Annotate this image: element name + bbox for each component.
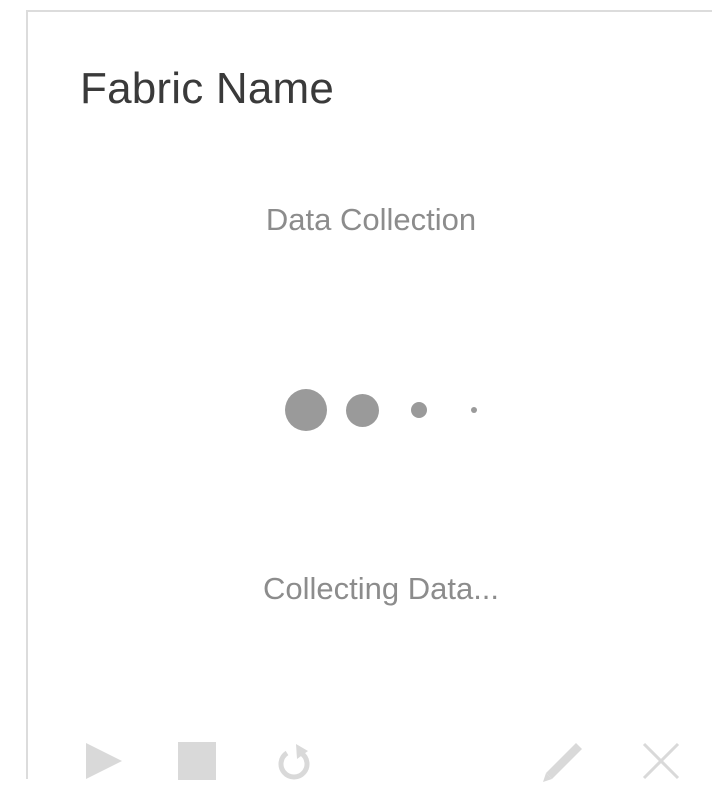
close-icon bbox=[641, 741, 681, 781]
loading-dot bbox=[411, 402, 427, 418]
play-icon bbox=[84, 741, 124, 781]
pencil-icon bbox=[540, 739, 584, 783]
loading-dot bbox=[285, 389, 327, 431]
refresh-button[interactable] bbox=[272, 739, 316, 783]
start-button[interactable] bbox=[82, 739, 126, 783]
status-text: Collecting Data... bbox=[262, 571, 500, 606]
fabric-card: Fabric Name Data Collection Collecting D… bbox=[26, 10, 712, 782]
card-toolbar bbox=[28, 732, 712, 792]
card-title: Fabric Name bbox=[80, 64, 335, 113]
loading-indicator bbox=[28, 12, 712, 781]
delete-button[interactable] bbox=[639, 739, 683, 783]
loading-dot bbox=[471, 407, 477, 413]
edit-button[interactable] bbox=[540, 739, 584, 783]
stop-button[interactable] bbox=[175, 739, 219, 783]
loading-dot bbox=[346, 394, 379, 427]
stop-icon bbox=[178, 742, 216, 780]
card-subtitle: Data Collection bbox=[265, 202, 477, 237]
refresh-icon bbox=[274, 741, 314, 781]
